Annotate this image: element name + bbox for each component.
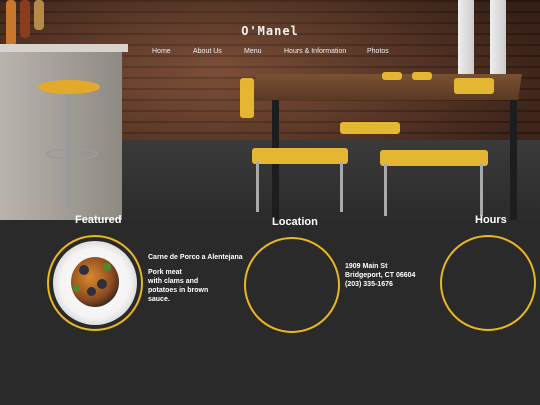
bar-counter <box>0 48 122 220</box>
chair-back <box>240 78 254 118</box>
dish-name: Carne de Porco a Alentejana <box>148 254 243 261</box>
chair-leg <box>384 164 387 216</box>
nav-photos[interactable]: Photos <box>367 48 389 55</box>
hours-circle <box>440 235 536 331</box>
chair-back <box>412 72 432 80</box>
chair-leg <box>480 164 483 216</box>
bar-counter-top <box>0 44 128 52</box>
nav-about-us[interactable]: About Us <box>193 48 222 55</box>
location-heading: Location <box>272 216 318 228</box>
address-street: 1909 Main St <box>345 263 388 270</box>
featured-heading: Featured <box>75 214 122 226</box>
food <box>71 257 119 307</box>
stool-ring <box>46 148 98 160</box>
phone-number[interactable]: (203) 335-1676 <box>345 280 393 289</box>
nav-hours-information[interactable]: Hours & Information <box>284 48 346 55</box>
clam <box>87 287 96 296</box>
chair-seat <box>340 122 400 134</box>
dish-desc-line: sauce. <box>148 296 170 303</box>
chair-seat <box>380 150 488 166</box>
chair-back <box>454 78 494 94</box>
clam <box>97 279 107 289</box>
nav-home[interactable]: Home <box>152 48 171 55</box>
plate <box>53 241 137 325</box>
site-title[interactable]: O'Manel <box>0 24 540 38</box>
table-leg <box>510 100 517 220</box>
chair-leg <box>256 162 259 212</box>
chair-seat <box>252 148 348 164</box>
location-map[interactable] <box>244 237 340 333</box>
hours-heading: Hours <box>475 214 507 226</box>
clam <box>79 265 89 275</box>
bar-stool <box>38 80 100 94</box>
nav-menu[interactable]: Menu <box>244 48 262 55</box>
dish-desc-line: with clams and <box>148 278 199 285</box>
bottle <box>6 0 16 46</box>
dish-desc-line: potatoes in brown <box>148 287 209 294</box>
featured-dish-image[interactable] <box>47 235 143 331</box>
chair-leg <box>340 162 343 212</box>
herb <box>73 285 80 292</box>
herb <box>103 263 111 271</box>
dish-desc-line: Pork meat <box>148 269 182 276</box>
address-city: Bridgeport, CT 06604 <box>345 272 416 279</box>
chair-back <box>382 72 402 80</box>
